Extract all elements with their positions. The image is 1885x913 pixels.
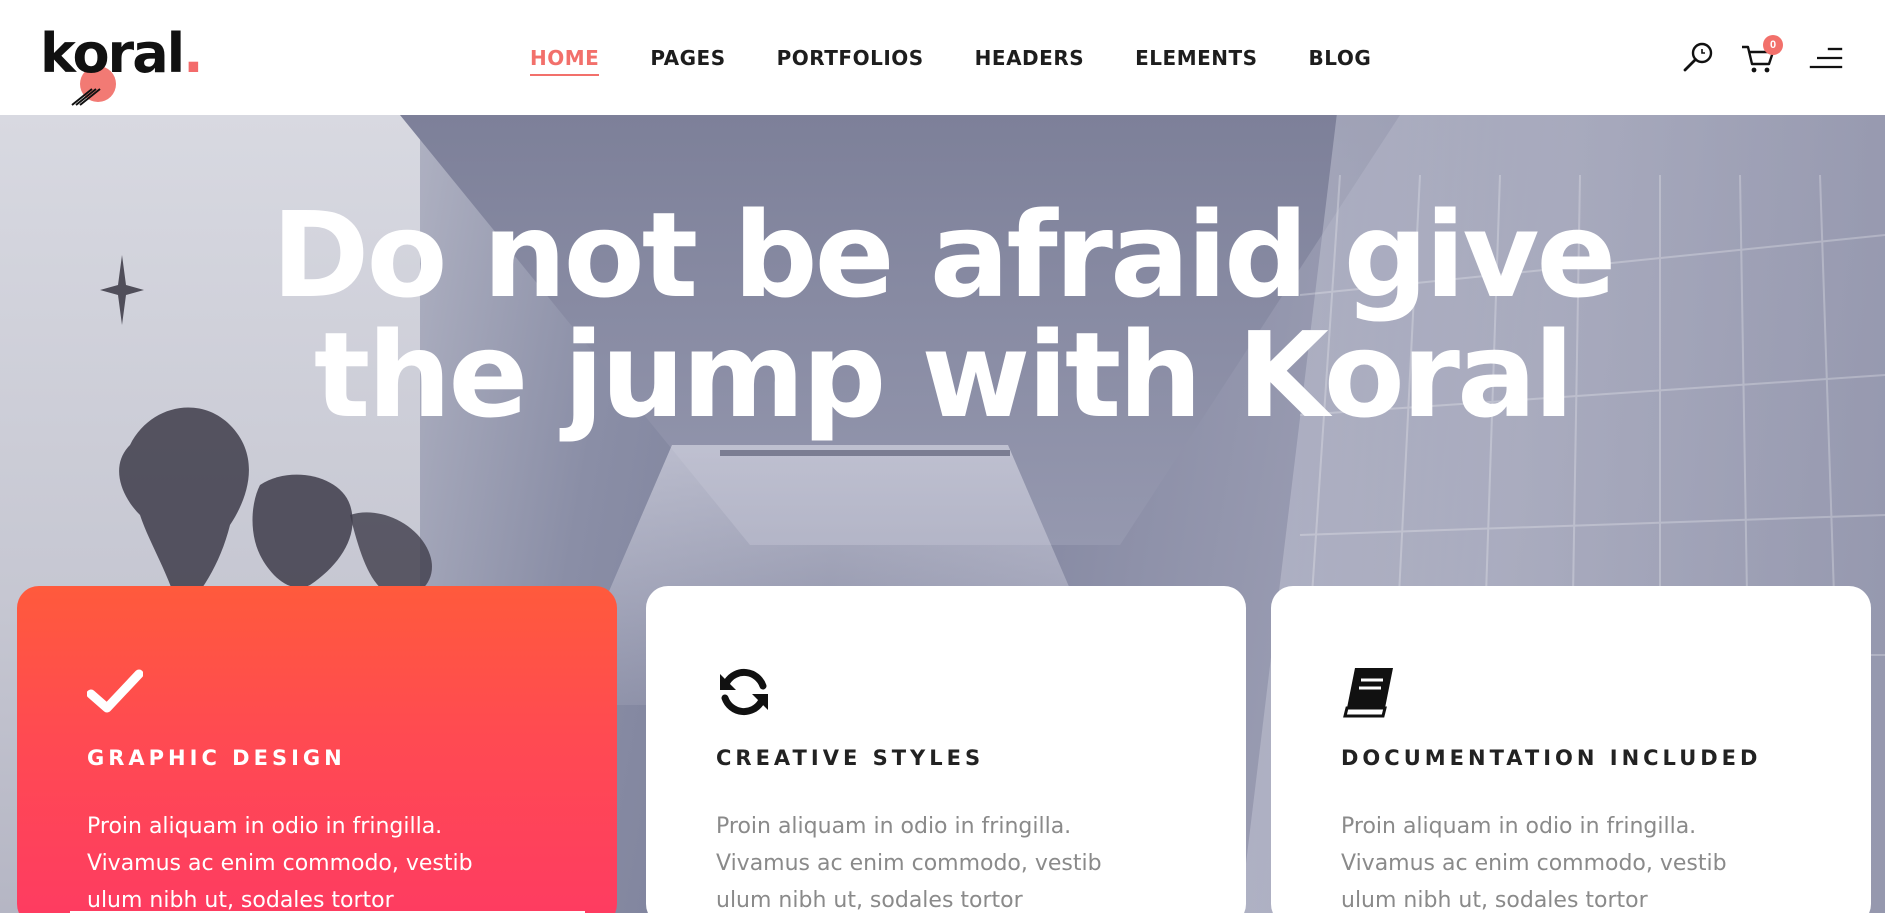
nav-item-pages[interactable]: PAGES <box>650 44 725 72</box>
book-icon <box>1343 668 1393 718</box>
nav-item-blog[interactable]: BLOG <box>1309 44 1372 72</box>
card-description: Proin aliquam in odio in fringilla. Viva… <box>1341 814 1727 913</box>
nav-item-elements[interactable]: ELEMENTS <box>1135 44 1257 72</box>
card-description: Proin aliquam in odio in fringilla. Viva… <box>716 814 1102 913</box>
refresh-icon <box>720 668 768 716</box>
card-description: Proin aliquam in odio in fringilla. Viva… <box>87 814 473 913</box>
checkmark-icon <box>87 669 143 713</box>
main-nav: HOME PAGES PORTFOLIOS HEADERS ELEMENTS B… <box>530 44 1422 76</box>
feature-card-documentation[interactable]: DOCUMENTATION INCLUDED Proin aliquam in … <box>1271 586 1871 913</box>
nav-item-home[interactable]: HOME <box>530 44 600 76</box>
feature-card-graphic-design[interactable]: GRAPHIC DESIGN Proin aliquam in odio in … <box>17 586 617 913</box>
hero-bg-ceiling-light <box>720 450 1010 456</box>
card-title: GRAPHIC DESIGN <box>87 746 346 770</box>
logo-text: koral. <box>40 22 204 85</box>
feature-card-creative-styles[interactable]: CREATIVE STYLES Proin aliquam in odio in… <box>646 586 1246 913</box>
hero-headline: Do not be afraid give the jump with Kora… <box>0 195 1885 435</box>
koral-logo[interactable]: koral. <box>40 22 204 106</box>
card-title: CREATIVE STYLES <box>716 746 985 770</box>
search-icon[interactable] <box>1680 40 1716 76</box>
hero-headline-line-1: Do not be afraid give <box>271 186 1617 324</box>
nav-item-headers[interactable]: HEADERS <box>975 44 1084 72</box>
card-title: DOCUMENTATION INCLUDED <box>1341 746 1762 770</box>
nav-item-portfolios[interactable]: PORTFOLIOS <box>777 44 924 72</box>
menu-icon[interactable] <box>1808 40 1844 76</box>
site-header: koral. HOME PAGES PORTFOLIOS HEADERS ELE… <box>0 0 1885 115</box>
cart-count-badge: 0 <box>1763 35 1783 55</box>
hero-headline-line-2: the jump with Koral <box>313 306 1574 444</box>
